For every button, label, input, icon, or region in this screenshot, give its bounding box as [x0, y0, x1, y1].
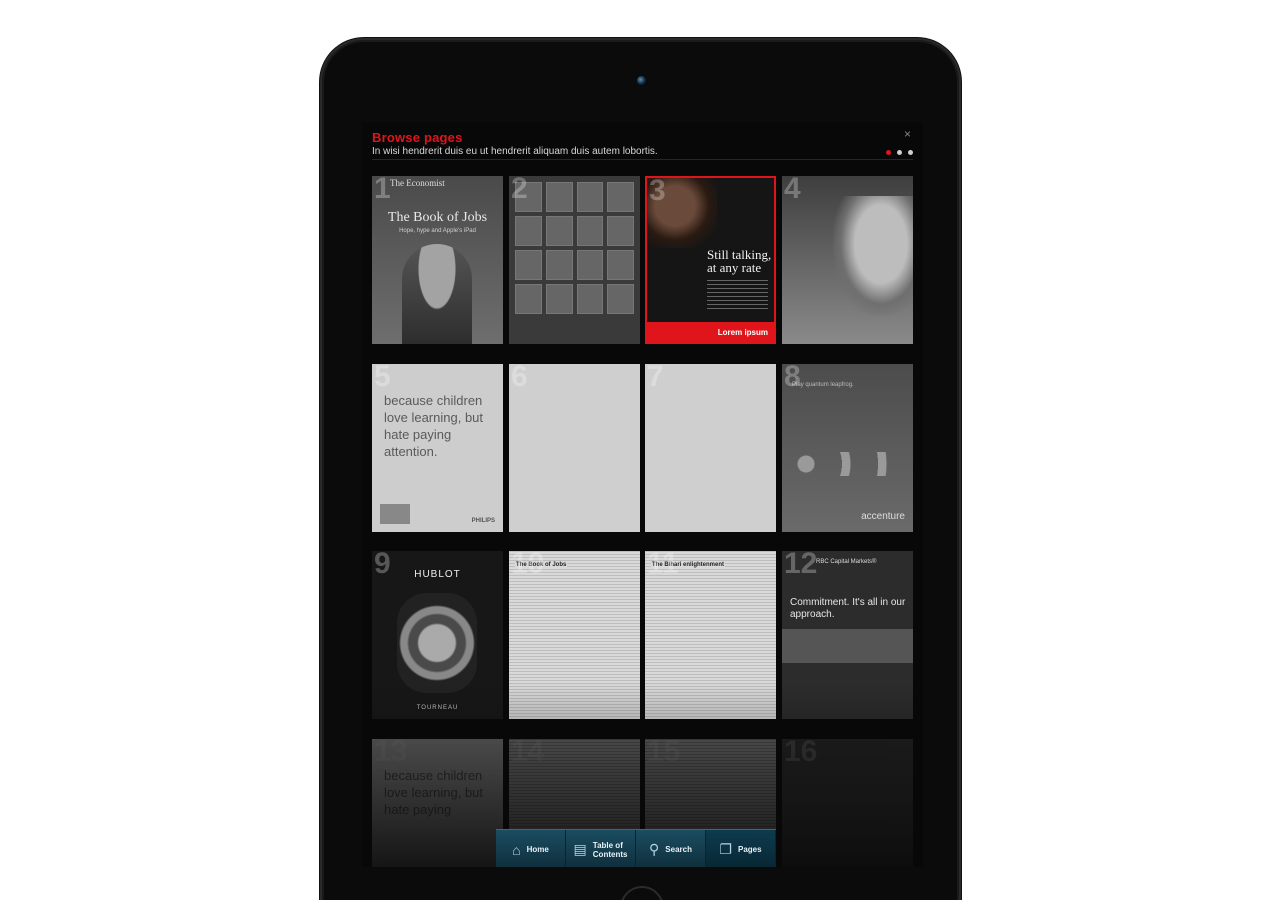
- page-thumbnail-4[interactable]: 4: [782, 176, 913, 344]
- search-button[interactable]: ⚲ Search: [636, 830, 706, 867]
- search-label: Search: [665, 845, 692, 854]
- ad-brand: RBC Capital Markets®: [816, 559, 877, 565]
- ad-image: [380, 504, 410, 524]
- page-thumbnail-16[interactable]: 16: [782, 739, 913, 867]
- page-thumbnail-11[interactable]: 11 The Bihari enlightenment: [645, 551, 776, 719]
- page-number: 4: [784, 176, 801, 205]
- page-thumbnail-7[interactable]: 7: [645, 364, 776, 532]
- page-thumbnail-1[interactable]: 1 The Economist The Book of Jobs Hope, h…: [372, 176, 503, 344]
- contents-layout: [515, 182, 634, 338]
- app-screen: Browse pages In wisi hendrerit duis eu u…: [362, 122, 923, 867]
- page-number: 11: [647, 551, 679, 580]
- page-number: 8: [784, 364, 801, 393]
- home-button[interactable]: ⌂ Home: [496, 830, 566, 867]
- pages-icon: ❐: [719, 841, 732, 857]
- watch-illustration: [397, 593, 477, 693]
- ad-slogan: Commitment. It's all in our approach.: [790, 597, 906, 620]
- page-number: 7: [647, 364, 664, 393]
- page-grid: 1 The Economist The Book of Jobs Hope, h…: [372, 176, 913, 867]
- page-subtitle: In wisi hendrerit duis eu ut hendrerit a…: [372, 146, 658, 157]
- ad-illustration: [792, 452, 902, 476]
- ad-brand: PHILIPS: [471, 518, 495, 524]
- page-thumbnail-12[interactable]: 12 RBC Capital Markets® Commitment. It's…: [782, 551, 913, 719]
- page-thumbnail-5[interactable]: 5 because children love learning, but ha…: [372, 364, 503, 532]
- page-number: 9: [374, 551, 391, 580]
- page-number: 10: [511, 551, 545, 580]
- page-thumbnail-13[interactable]: 13 because children love learning, but h…: [372, 739, 503, 867]
- cover-title: The Book of Jobs: [387, 210, 488, 225]
- page-thumbnail-2[interactable]: 2: [509, 176, 640, 344]
- page-number: 16: [784, 739, 818, 768]
- cover-subtitle: Hope, hype and Apple's iPad: [399, 228, 476, 234]
- ad-quote: because children love learning, but hate…: [384, 393, 484, 459]
- page-number: 13: [374, 739, 408, 768]
- toc-label-line-1: Table of: [592, 840, 623, 850]
- pagination-dot-2[interactable]: [897, 150, 902, 155]
- cover-illustration: [402, 244, 472, 344]
- page-thumbnail-3-selected[interactable]: 3 Still talking, at any rate Lorem ipsum: [645, 176, 776, 344]
- page-number: 6: [511, 364, 528, 393]
- ad-brand: HUBLOT: [414, 569, 461, 580]
- pages-label: Pages: [737, 845, 762, 854]
- page-title: Browse pages: [372, 130, 463, 145]
- tablet-frame: Browse pages In wisi hendrerit duis eu u…: [320, 38, 961, 900]
- table-of-contents-button[interactable]: ▤ Table of Contents: [566, 830, 636, 867]
- ad-photo: [833, 196, 913, 316]
- home-label: Home: [526, 845, 549, 854]
- page-thumbnail-9[interactable]: 9 HUBLOT TOURNEAU: [372, 551, 503, 719]
- pages-button[interactable]: ❐ Pages: [706, 830, 776, 867]
- close-icon[interactable]: ×: [904, 127, 911, 141]
- article-body: [707, 280, 768, 310]
- ad-panel: [782, 629, 913, 663]
- pagination-dots: [886, 150, 913, 155]
- ad-tagline: Play quantum leapfrog.: [792, 382, 854, 388]
- home-icon: ⌂: [512, 841, 521, 858]
- ad-brand: accenture: [861, 511, 905, 522]
- camera-lens: [637, 76, 646, 85]
- ad-footer: TOURNEAU: [416, 705, 459, 711]
- article-headline: Still talking, at any rate: [707, 247, 772, 275]
- page-number: 1: [374, 176, 391, 205]
- page-number: 15: [647, 739, 681, 768]
- page-number: 12: [784, 551, 818, 580]
- toc-label: Table of Contents: [593, 841, 628, 859]
- page-number: 5: [374, 364, 391, 393]
- bottom-toolbar: ⌂ Home ▤ Table of Contents ⚲ Search ❐ Pa…: [496, 829, 776, 867]
- page-thumbnail-6[interactable]: 6: [509, 364, 640, 532]
- pagination-dot-3[interactable]: [908, 150, 913, 155]
- page-number: 14: [511, 739, 545, 768]
- page-number: 2: [511, 176, 528, 205]
- selected-ribbon: Lorem ipsum: [647, 322, 774, 342]
- page-thumbnail-10[interactable]: 10 The Book of Jobs: [509, 551, 640, 719]
- cover-masthead: The Economist: [390, 178, 445, 188]
- ad-quote: because children love learning, but hate…: [384, 768, 484, 817]
- page-thumbnail-8[interactable]: 8 Play quantum leapfrog. accenture: [782, 364, 913, 532]
- pagination-dot-1[interactable]: [886, 150, 891, 155]
- contents-icon: ▤: [573, 841, 587, 857]
- search-icon: ⚲: [649, 841, 660, 857]
- page-number: 3: [649, 176, 666, 207]
- browse-header: Browse pages In wisi hendrerit duis eu u…: [372, 127, 913, 160]
- toc-label-line-2: Contents: [592, 849, 628, 859]
- device-home-button[interactable]: [620, 886, 664, 900]
